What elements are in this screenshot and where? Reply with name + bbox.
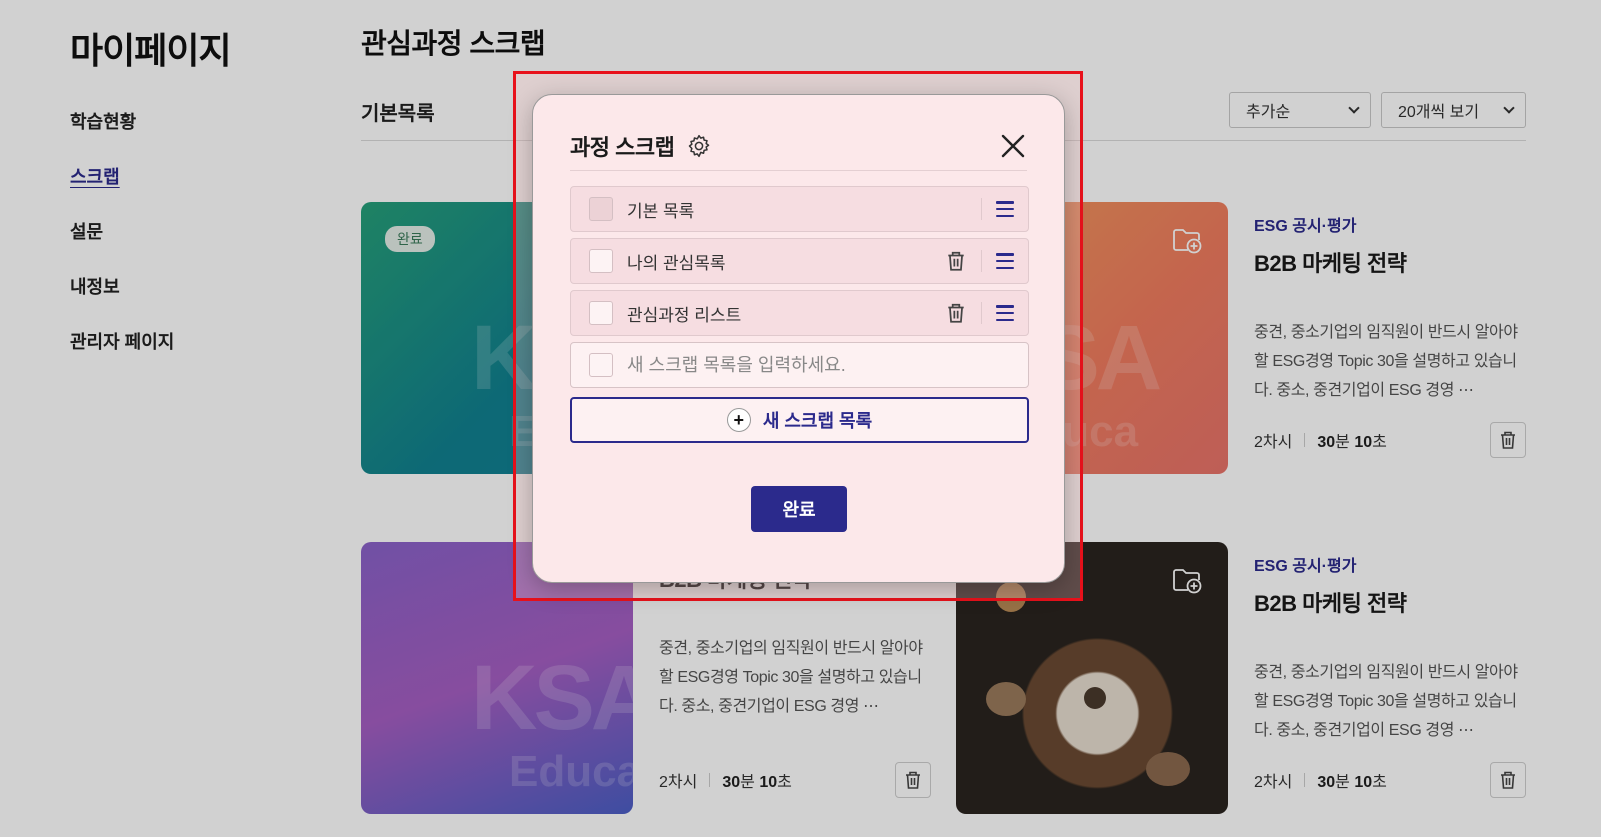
- modal-header: 과정 스크랩: [570, 121, 1027, 171]
- new-list-input[interactable]: [627, 354, 1007, 376]
- gear-icon[interactable]: [686, 133, 712, 159]
- drag-handle-icon[interactable]: [996, 305, 1014, 321]
- drag-handle-icon[interactable]: [996, 201, 1014, 217]
- scrap-list-item[interactable]: 관심과정 리스트: [570, 290, 1029, 336]
- close-icon[interactable]: [999, 132, 1027, 160]
- new-list-row: [570, 342, 1029, 388]
- done-button[interactable]: 완료: [751, 486, 847, 532]
- plus-icon: +: [726, 408, 751, 432]
- action-separator: [981, 302, 982, 324]
- list-actions: [945, 250, 1014, 272]
- list-actions: [967, 198, 1014, 220]
- trash-icon[interactable]: [945, 250, 967, 272]
- list-checkbox[interactable]: [589, 353, 613, 377]
- list-checkbox[interactable]: [589, 301, 613, 325]
- scrap-list-item-default[interactable]: 기본 목록: [570, 186, 1029, 232]
- scrap-modal: 과정 스크랩 기본 목록 나의 관심목록 관심과정 리스트 새 스크랩 목록을 …: [532, 94, 1065, 583]
- add-scrap-list-button[interactable]: + 새 스크랩 목록: [570, 397, 1029, 443]
- list-checkbox[interactable]: [589, 249, 613, 273]
- list-checkbox: [589, 197, 613, 221]
- trash-icon[interactable]: [945, 302, 967, 324]
- list-label: 기본 목록: [627, 201, 695, 221]
- drag-handle-icon[interactable]: [996, 253, 1014, 269]
- action-separator: [981, 198, 982, 220]
- action-separator: [981, 250, 982, 272]
- list-label: 나의 관심목록: [627, 253, 726, 273]
- list-actions: [945, 302, 1014, 324]
- list-label: 관심과정 리스트: [627, 305, 742, 325]
- scrap-list-item[interactable]: 나의 관심목록: [570, 238, 1029, 284]
- scrap-list: 기본 목록 나의 관심목록 관심과정 리스트: [570, 186, 1029, 394]
- modal-title: 과정 스크랩: [570, 134, 675, 160]
